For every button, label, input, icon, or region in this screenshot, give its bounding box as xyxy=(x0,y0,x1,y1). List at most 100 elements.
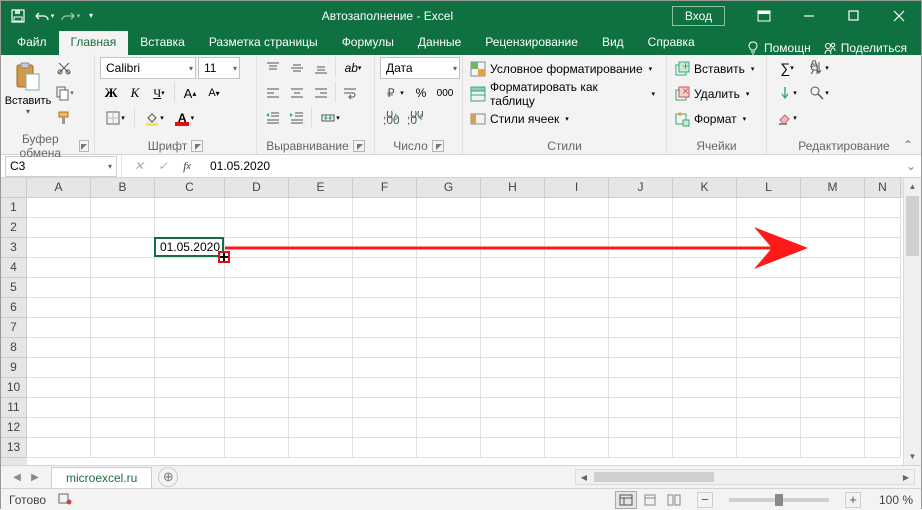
cell[interactable] xyxy=(353,198,417,218)
comma-format-button[interactable]: 000 xyxy=(434,82,456,104)
orientation-button[interactable]: ab▾ xyxy=(339,57,367,79)
tab-справка[interactable]: Справка xyxy=(636,31,707,55)
cell[interactable] xyxy=(353,318,417,338)
cell[interactable] xyxy=(289,418,353,438)
cell[interactable] xyxy=(609,318,673,338)
cell[interactable] xyxy=(353,258,417,278)
cell[interactable] xyxy=(865,338,901,358)
cell[interactable] xyxy=(289,318,353,338)
cell[interactable] xyxy=(865,438,901,458)
cell[interactable] xyxy=(417,258,481,278)
column-header[interactable]: M xyxy=(801,178,865,198)
cell[interactable] xyxy=(155,398,225,418)
cell[interactable] xyxy=(801,338,865,358)
cell[interactable] xyxy=(353,358,417,378)
cell[interactable] xyxy=(545,238,609,258)
scroll-down-button[interactable]: ▼ xyxy=(904,448,921,465)
qat-customize-button[interactable]: ▾ xyxy=(85,5,97,27)
row-header[interactable]: 2 xyxy=(1,218,27,238)
cell[interactable] xyxy=(481,398,545,418)
cell[interactable] xyxy=(353,438,417,458)
underline-button[interactable]: Ч▾ xyxy=(148,82,170,104)
cell[interactable] xyxy=(91,338,155,358)
font-color-button[interactable]: A▾ xyxy=(171,107,201,129)
cell[interactable] xyxy=(481,318,545,338)
insert-cells-button[interactable]: +Вставить▾ xyxy=(672,57,760,81)
share-button[interactable]: Поделиться xyxy=(823,41,907,55)
cell[interactable] xyxy=(353,398,417,418)
cell[interactable] xyxy=(801,398,865,418)
cell[interactable] xyxy=(155,298,225,318)
cell[interactable] xyxy=(801,258,865,278)
cell[interactable] xyxy=(289,238,353,258)
cell[interactable] xyxy=(481,298,545,318)
cell[interactable] xyxy=(737,258,801,278)
cell[interactable] xyxy=(865,238,901,258)
cell[interactable] xyxy=(225,358,289,378)
cell[interactable] xyxy=(155,378,225,398)
cell[interactable] xyxy=(545,358,609,378)
cell[interactable] xyxy=(737,218,801,238)
close-button[interactable] xyxy=(876,1,921,30)
expand-formula-bar-button[interactable]: ⌄ xyxy=(901,156,921,176)
column-header[interactable]: J xyxy=(609,178,673,198)
cell[interactable] xyxy=(545,198,609,218)
cell[interactable] xyxy=(609,258,673,278)
normal-view-button[interactable] xyxy=(615,491,637,509)
cell[interactable] xyxy=(865,398,901,418)
cell[interactable] xyxy=(801,298,865,318)
cell[interactable] xyxy=(353,338,417,358)
increase-font-button[interactable]: A▴ xyxy=(179,82,201,104)
cell[interactable] xyxy=(289,298,353,318)
cell[interactable] xyxy=(27,358,91,378)
cell[interactable] xyxy=(27,278,91,298)
cell[interactable] xyxy=(545,398,609,418)
cell[interactable] xyxy=(91,238,155,258)
column-header[interactable]: E xyxy=(289,178,353,198)
cell[interactable] xyxy=(801,418,865,438)
cell[interactable] xyxy=(545,418,609,438)
sheet-tab-active[interactable]: microexcel.ru xyxy=(51,467,152,488)
cell[interactable] xyxy=(27,418,91,438)
column-header[interactable]: D xyxy=(225,178,289,198)
cell[interactable] xyxy=(91,418,155,438)
cell[interactable] xyxy=(417,338,481,358)
cell[interactable] xyxy=(673,398,737,418)
cell[interactable] xyxy=(289,378,353,398)
cell[interactable] xyxy=(545,298,609,318)
cell[interactable] xyxy=(91,298,155,318)
column-header[interactable]: A xyxy=(27,178,91,198)
tab-file[interactable]: Файл xyxy=(5,31,59,55)
row-header[interactable]: 7 xyxy=(1,318,27,338)
increase-decimal-button[interactable]: ,0,00 xyxy=(380,107,402,129)
cell[interactable] xyxy=(865,258,901,278)
format-as-table-button[interactable]: Форматировать как таблицу▾ xyxy=(468,82,661,106)
cell[interactable] xyxy=(225,418,289,438)
cell[interactable] xyxy=(545,218,609,238)
cell[interactable] xyxy=(225,198,289,218)
cell[interactable] xyxy=(865,298,901,318)
cell[interactable] xyxy=(417,438,481,458)
cell[interactable] xyxy=(417,218,481,238)
copy-button[interactable]: ▾ xyxy=(53,82,75,104)
cell[interactable] xyxy=(289,398,353,418)
maximize-button[interactable] xyxy=(831,1,876,30)
cell[interactable] xyxy=(737,398,801,418)
cell[interactable] xyxy=(737,338,801,358)
sheet-nav-prev-button[interactable]: ◀ xyxy=(9,468,25,486)
cell[interactable] xyxy=(27,378,91,398)
column-header[interactable]: N xyxy=(865,178,901,198)
cell[interactable] xyxy=(673,198,737,218)
conditional-formatting-button[interactable]: Условное форматирование▾ xyxy=(468,57,658,81)
tab-вставка[interactable]: Вставка xyxy=(128,31,197,55)
clipboard-dialog-launcher[interactable] xyxy=(79,140,89,152)
sheet-nav-next-button[interactable]: ▶ xyxy=(27,468,43,486)
row-header[interactable]: 3 xyxy=(1,238,27,258)
cell[interactable] xyxy=(801,438,865,458)
cell[interactable] xyxy=(91,398,155,418)
cell[interactable] xyxy=(481,418,545,438)
wrap-text-button[interactable] xyxy=(339,82,361,104)
cell[interactable] xyxy=(289,358,353,378)
accounting-format-button[interactable]: ₽▾ xyxy=(380,82,408,104)
hscroll-thumb[interactable] xyxy=(594,472,714,482)
